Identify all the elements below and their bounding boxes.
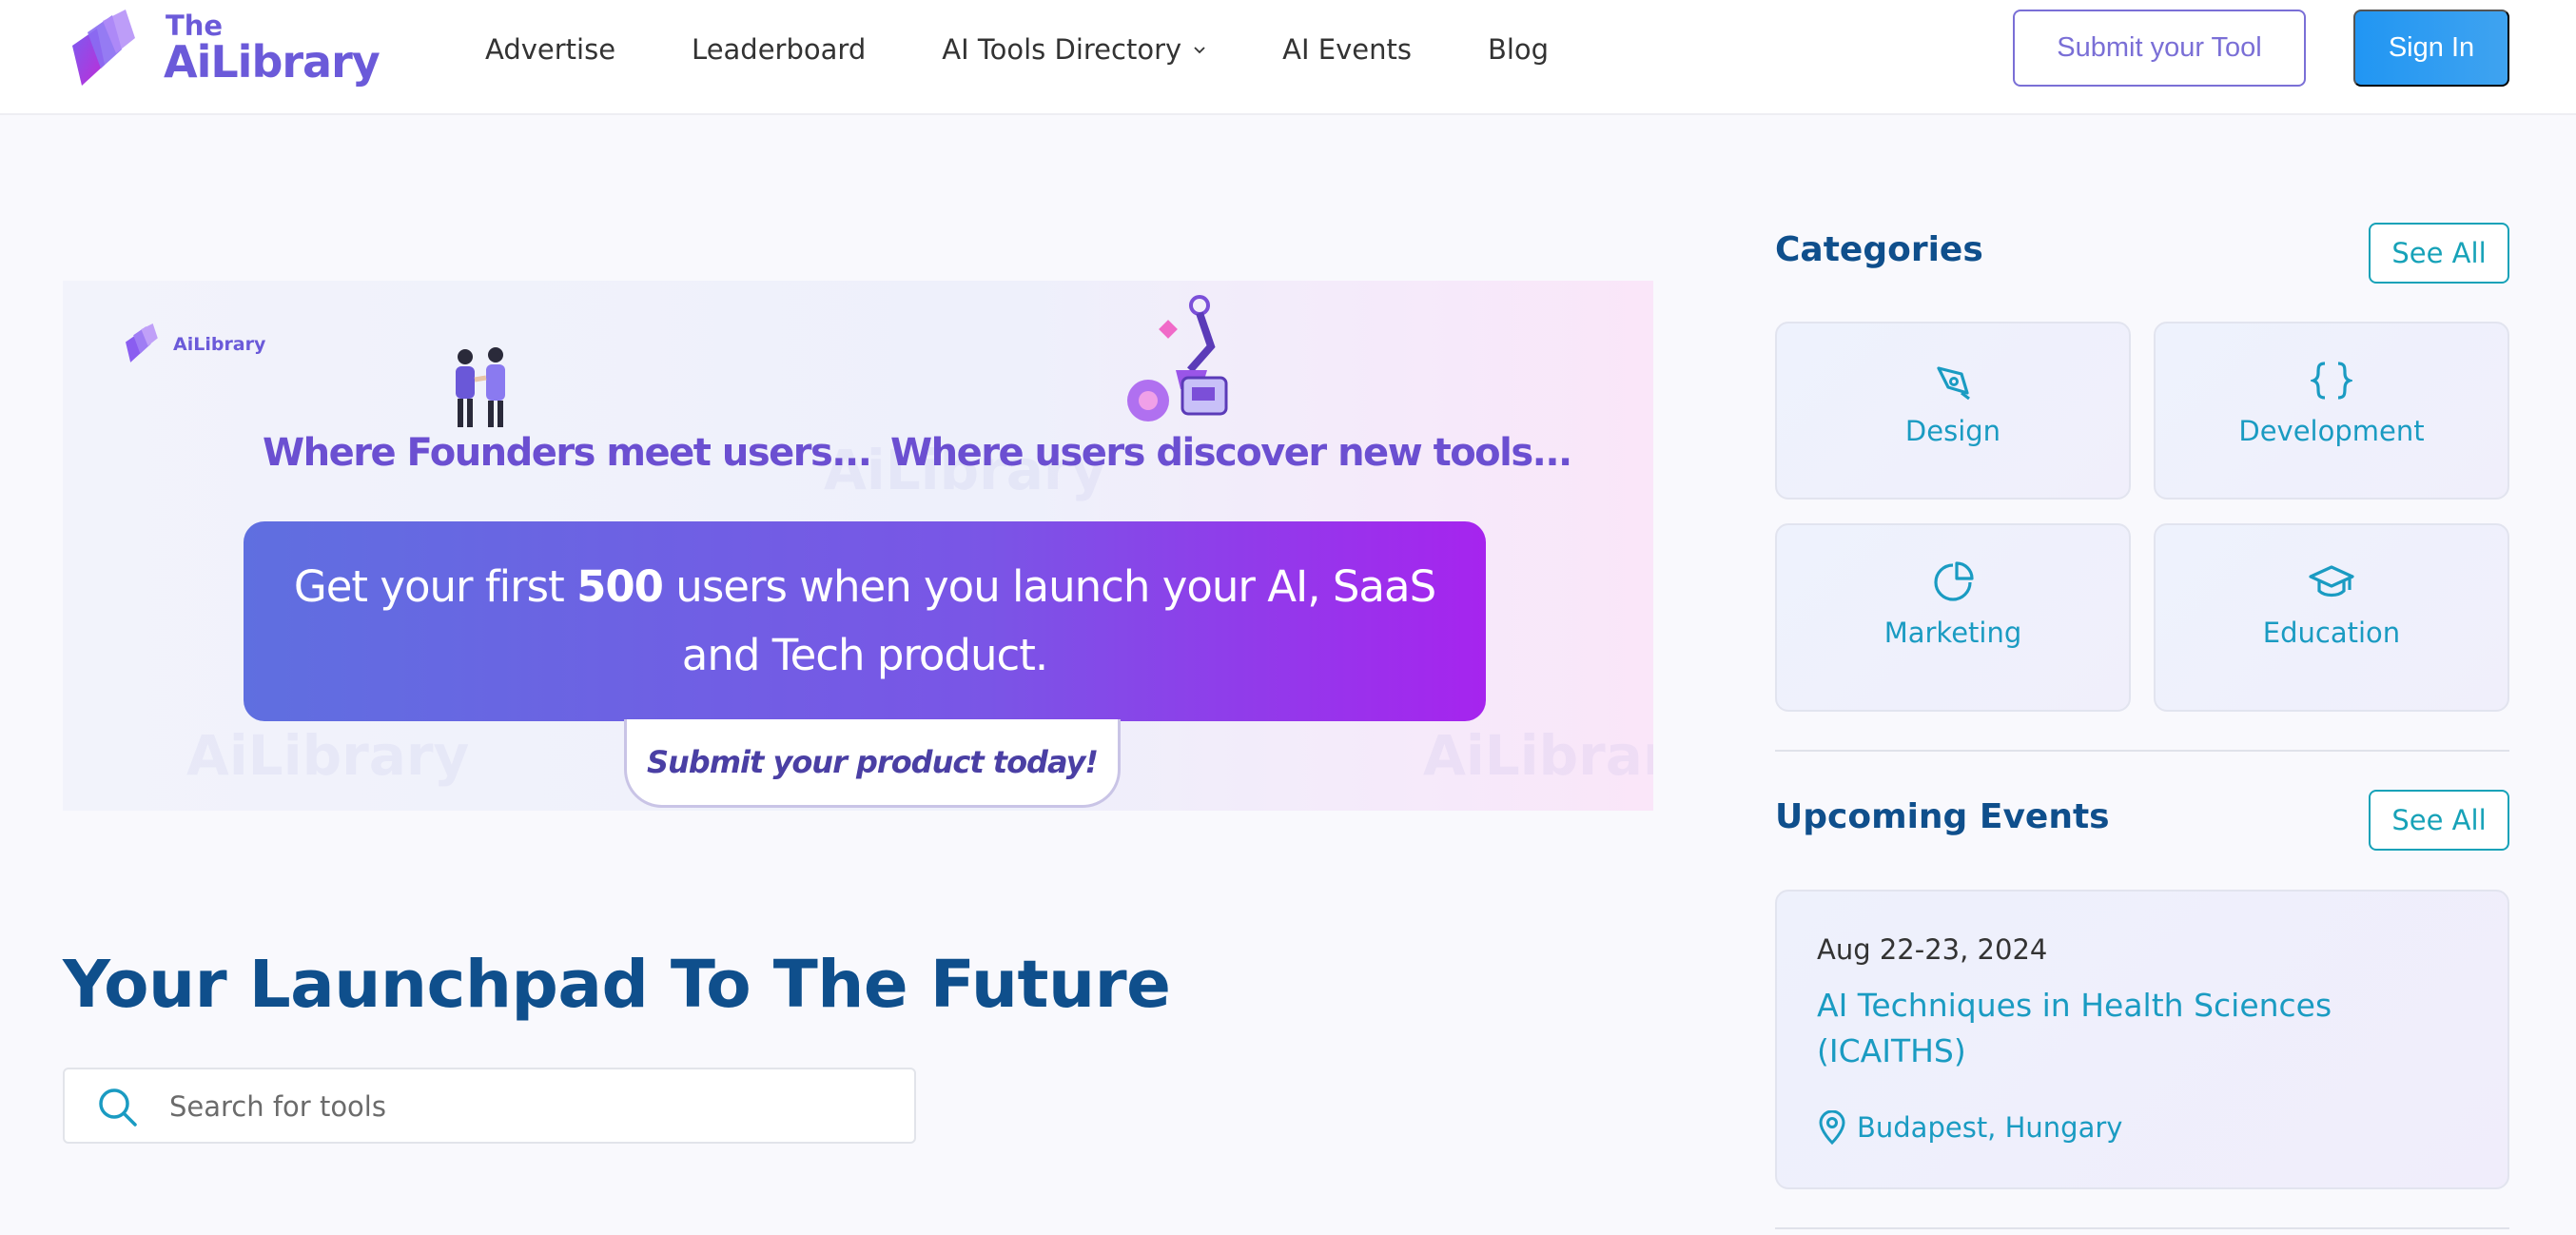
category-card-education[interactable]: Education xyxy=(2154,523,2509,712)
category-label-marketing: Marketing xyxy=(1883,617,2022,649)
logo-icon xyxy=(126,323,158,363)
logo-name-text: AiLibrary xyxy=(164,36,381,88)
banner-watermark: AiLibrary xyxy=(186,723,470,788)
sidebar-divider xyxy=(1775,1227,2509,1229)
event-location: Budapest, Hungary xyxy=(1817,1110,2122,1145)
logo-icon xyxy=(72,10,135,86)
pen-tool-icon xyxy=(1933,360,1973,402)
event-title-link[interactable]: AI Techniques in Health Sciences (ICAITH… xyxy=(1817,983,2426,1074)
search-input[interactable] xyxy=(169,1079,892,1134)
sign-in-button[interactable]: Sign In xyxy=(2353,10,2509,87)
handshake-illustration-icon xyxy=(456,347,505,427)
nav-ai-tools-directory-label: AI Tools Directory xyxy=(942,33,1182,66)
banner-heading-users: Where users discover new tools... xyxy=(890,431,1572,475)
page-title: Your Launchpad To The Future xyxy=(63,947,1171,1023)
category-card-development[interactable]: Development xyxy=(2154,322,2509,500)
banner-message-box: Get your first 500 users when you launch… xyxy=(244,521,1486,721)
code-braces-icon xyxy=(2311,360,2352,402)
chevron-down-icon xyxy=(1194,47,1205,54)
event-card[interactable]: Aug 22-23, 2024 AI Techniques in Health … xyxy=(1775,890,2509,1189)
banner-logo: AiLibrary xyxy=(124,323,265,366)
banner-message-pre: Get your first xyxy=(293,561,577,612)
nav-blog[interactable]: Blog xyxy=(1488,33,1549,66)
banner-logo-text: AiLibrary xyxy=(173,334,266,355)
nav-leaderboard[interactable]: Leaderboard xyxy=(692,33,866,66)
banner-submit-product-button[interactable]: Submit your product today! xyxy=(624,719,1121,808)
nav-ai-tools-directory[interactable]: AI Tools Directory xyxy=(942,33,1206,66)
map-pin-icon xyxy=(1819,1110,1845,1145)
banner-message-post: users when you launch your AI, SaaS xyxy=(663,561,1436,612)
site-logo[interactable]: The AiLibrary xyxy=(68,8,381,95)
categories-see-all-button[interactable]: See All xyxy=(2369,223,2509,284)
robot-arm-illustration-icon xyxy=(1127,295,1228,421)
search-icon[interactable] xyxy=(97,1087,139,1128)
event-date: Aug 22-23, 2024 xyxy=(1817,933,2048,966)
events-see-all-button[interactable]: See All xyxy=(2369,790,2509,851)
nav-ai-events[interactable]: AI Events xyxy=(1282,33,1412,66)
banner-message-number: 500 xyxy=(576,561,664,612)
category-card-marketing[interactable]: Marketing xyxy=(1775,523,2131,712)
banner-heading-founders: Where Founders meet users... xyxy=(263,431,872,475)
promo-banner[interactable]: AiLibrary AiLibrary AiLibrary AiLibrary … xyxy=(63,281,1653,811)
category-label-development: Development xyxy=(2238,415,2425,447)
submit-tool-button[interactable]: Submit your Tool xyxy=(2013,10,2306,87)
category-label-education: Education xyxy=(2262,617,2401,649)
banner-watermark: AiLibrary xyxy=(1423,723,1653,788)
upcoming-events-title: Upcoming Events xyxy=(1775,797,2110,836)
pie-chart-icon xyxy=(1932,561,1974,603)
main-nav: Advertise Leaderboard AI Tools Directory… xyxy=(485,29,1625,70)
event-location-text: Budapest, Hungary xyxy=(1857,1111,2123,1144)
sidebar-divider xyxy=(1775,750,2509,752)
search-box[interactable] xyxy=(63,1068,916,1144)
category-card-design[interactable]: Design xyxy=(1775,322,2131,500)
top-header: The AiLibrary Advertise Leaderboard AI T… xyxy=(0,0,2576,115)
category-label-design: Design xyxy=(1904,415,2001,447)
graduation-cap-icon xyxy=(2308,561,2355,603)
categories-title: Categories xyxy=(1775,230,1983,269)
banner-message-line1: Get your first 500 users when you launch… xyxy=(244,553,1486,621)
nav-advertise[interactable]: Advertise xyxy=(485,33,615,66)
banner-message-line2: and Tech product. xyxy=(681,630,1048,680)
